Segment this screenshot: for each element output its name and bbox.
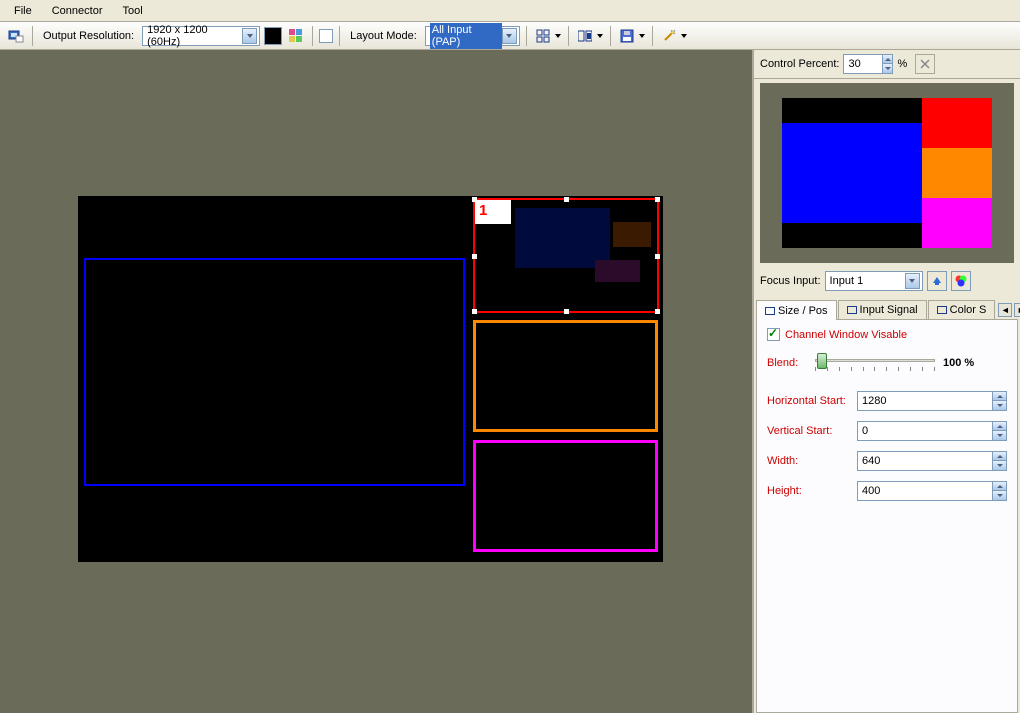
h-start-spin[interactable] bbox=[857, 391, 1007, 411]
menu-tool[interactable]: Tool bbox=[113, 2, 153, 20]
blend-slider[interactable] bbox=[815, 353, 935, 373]
main: 1 Control Percent: % bbox=[0, 50, 1020, 713]
preview-thumb bbox=[515, 208, 610, 268]
save-tool[interactable] bbox=[617, 26, 646, 46]
h-start-label: Horizontal Start: bbox=[767, 395, 857, 407]
height-label: Height: bbox=[767, 485, 857, 497]
tab-size-pos[interactable]: Size / Pos bbox=[756, 300, 837, 320]
layout-mode-label: Layout Mode: bbox=[346, 30, 421, 42]
tab-input-signal[interactable]: Input Signal bbox=[838, 300, 927, 319]
menubar: File Connector Tool bbox=[0, 0, 1020, 22]
menu-file[interactable]: File bbox=[4, 2, 42, 20]
channel-visible-checkbox[interactable] bbox=[767, 328, 780, 341]
preview-thumb bbox=[595, 260, 640, 282]
canvas-area[interactable]: 1 bbox=[0, 50, 754, 713]
channel-visible-label: Channel Window Visable bbox=[785, 329, 907, 341]
tab-color[interactable]: Color S bbox=[928, 300, 996, 319]
up-arrow-button[interactable] bbox=[927, 271, 947, 291]
preview-red bbox=[922, 98, 992, 148]
blend-label: Blend: bbox=[767, 357, 807, 369]
percent-sign: % bbox=[897, 58, 907, 70]
v-start-spin[interactable] bbox=[857, 421, 1007, 441]
side-panel: Control Percent: % Focus Input: Input 1 bbox=[754, 50, 1020, 713]
color-picker-icon[interactable] bbox=[286, 26, 306, 46]
preview-orange bbox=[922, 148, 992, 198]
focus-input-label: Focus Input: bbox=[760, 275, 821, 287]
window-input-orange[interactable] bbox=[473, 320, 658, 432]
bg-color-swatch[interactable] bbox=[264, 27, 282, 45]
tab-nav-left[interactable]: ◄ bbox=[998, 303, 1012, 317]
tabs: Size / Pos Input Signal Color S ◄ ► bbox=[756, 299, 1018, 320]
preview-blue bbox=[782, 123, 922, 223]
window-input-red-selected[interactable]: 1 bbox=[473, 198, 659, 313]
control-percent-label: Control Percent: bbox=[760, 58, 839, 70]
preview-thumb bbox=[613, 222, 651, 247]
toolbar: Output Resolution: 1920 x 1200 (60Hz) La… bbox=[0, 22, 1020, 50]
control-percent-spin[interactable] bbox=[843, 54, 893, 74]
preview-panel bbox=[760, 83, 1014, 263]
output-res-combo[interactable]: 1920 x 1200 (60Hz) bbox=[142, 26, 260, 46]
focus-input-combo[interactable]: Input 1 bbox=[825, 271, 923, 291]
width-spin[interactable] bbox=[857, 451, 1007, 471]
layout-mode-combo[interactable]: All Input (PAP) bbox=[425, 26, 520, 46]
device-icon[interactable] bbox=[6, 26, 26, 46]
toolbar-checkbox[interactable] bbox=[319, 29, 333, 43]
grid-tool[interactable] bbox=[533, 26, 562, 46]
size-pos-panel: Channel Window Visable Blend: 100 % Hori… bbox=[756, 320, 1018, 713]
height-spin[interactable] bbox=[857, 481, 1007, 501]
window-input-magenta[interactable] bbox=[473, 440, 658, 552]
output-res-label: Output Resolution: bbox=[39, 30, 138, 42]
window-number-label: 1 bbox=[475, 200, 511, 224]
preview-canvas bbox=[782, 98, 992, 248]
preview-magenta bbox=[922, 198, 992, 248]
close-button[interactable] bbox=[915, 54, 935, 74]
blend-value: 100 % bbox=[943, 357, 974, 369]
v-start-label: Vertical Start: bbox=[767, 425, 857, 437]
tab-nav-right[interactable]: ► bbox=[1014, 303, 1020, 317]
window-input-blue[interactable] bbox=[84, 258, 465, 486]
width-label: Width: bbox=[767, 455, 857, 467]
split-tool[interactable] bbox=[575, 26, 604, 46]
menu-connector[interactable]: Connector bbox=[42, 2, 113, 20]
rgb-circles-button[interactable] bbox=[951, 271, 971, 291]
wand-tool[interactable] bbox=[659, 26, 688, 46]
